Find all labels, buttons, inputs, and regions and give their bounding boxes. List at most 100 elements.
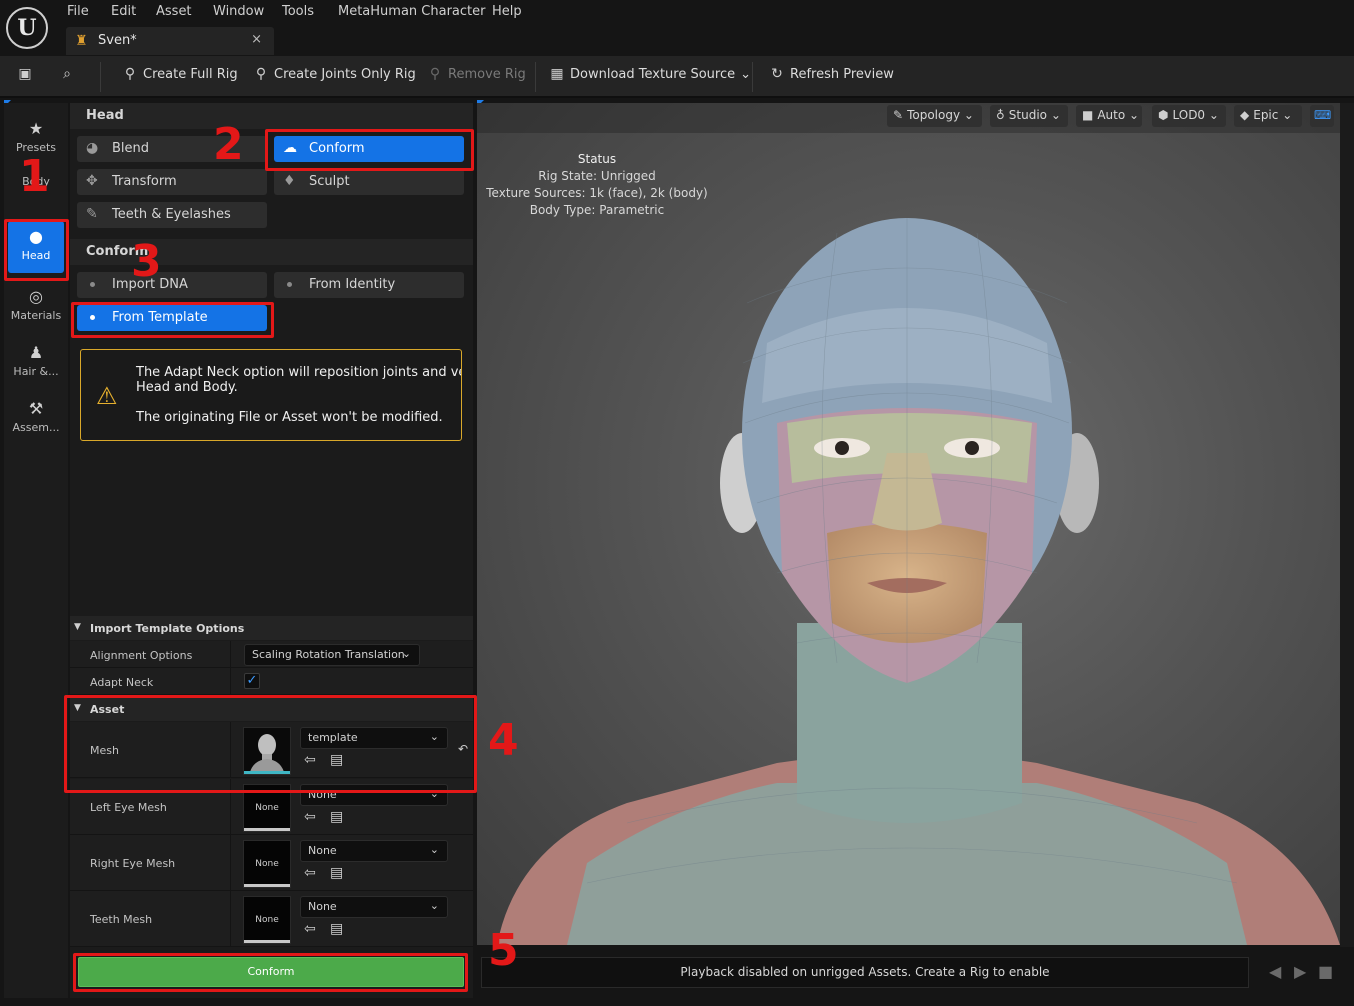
adapt-neck-checkbox[interactable]: ✓ <box>244 673 260 689</box>
tool-teeth-eyelashes[interactable]: ✎ Teeth & Eyelashes <box>77 202 267 228</box>
chevron-down-icon: ⌄ <box>1208 108 1219 122</box>
body-type-text: Body Type: Parametric <box>529 203 665 217</box>
menu-asset[interactable]: Asset <box>156 4 192 19</box>
document-tab[interactable]: ♜ Sven* × <box>66 27 274 55</box>
menu-file[interactable]: File <box>67 4 89 19</box>
right-eye-mesh-value: None <box>308 844 337 857</box>
category-assembly-label: Assem... <box>12 421 60 434</box>
unreal-logo-icon[interactable]: U <box>6 7 48 49</box>
rig-state-text: Rig State: Unrigged <box>538 169 656 183</box>
blend-icon: ◕ <box>86 140 99 156</box>
tool-transform-label: Transform <box>112 174 177 189</box>
browse-asset-button[interactable]: ⌕ <box>58 66 80 88</box>
play-icon[interactable]: ▶ <box>1294 962 1306 981</box>
save-button[interactable]: ▣ <box>16 66 38 88</box>
warning-line-1: The Adapt Neck option will reposition jo… <box>136 365 461 380</box>
tool-teeth-eyelashes-label: Teeth & Eyelashes <box>112 207 231 222</box>
annotation-box-from-template <box>71 302 274 338</box>
left-eye-thumbnail-label: None <box>255 803 279 813</box>
menu-window[interactable]: Window <box>213 4 264 19</box>
collapse-triangle-icon: ▼ <box>74 622 81 632</box>
use-selected-asset-icon[interactable]: ⇦ <box>304 865 316 881</box>
character-preview-render <box>497 218 1340 945</box>
camera-auto-button[interactable]: ■ Auto ⌄ <box>1076 105 1142 127</box>
annotation-number-3: 3 <box>131 236 162 287</box>
use-selected-asset-icon[interactable]: ⇦ <box>304 921 316 937</box>
metahuman-asset-icon: ♜ <box>75 33 88 49</box>
teeth-mesh-thumbnail[interactable]: None <box>243 896 291 944</box>
hair-icon: ♟ <box>28 343 44 362</box>
remove-rig-label: Remove Rig <box>448 67 526 82</box>
title-bar: U File Edit Asset Window Tools MetaHuman… <box>0 0 1354 56</box>
right-eye-mesh-picker[interactable]: None ⌄ <box>300 840 448 862</box>
topology-label: Topology <box>907 108 961 122</box>
tool-sculpt[interactable]: ♦ Sculpt <box>274 169 464 195</box>
import-template-options-header[interactable]: ▼ Import Template Options <box>70 616 473 640</box>
category-materials[interactable]: ◎ Materials <box>8 281 64 333</box>
create-joints-only-rig-button[interactable]: ⚲ Create Joints Only Rig <box>252 66 416 88</box>
toolbar-divider <box>100 62 101 92</box>
playback-disabled-message: Playback disabled on unrigged Assets. Cr… <box>481 957 1249 988</box>
hammer-icon: ⚒ <box>28 399 44 418</box>
tool-blend-label: Blend <box>112 141 150 156</box>
category-assembly[interactable]: ⚒ Assem... <box>8 393 64 445</box>
use-selected-asset-icon[interactable]: ⇦ <box>304 809 316 825</box>
menu-edit[interactable]: Edit <box>111 4 136 19</box>
lod-label: LOD0 <box>1172 108 1206 122</box>
tool-transform[interactable]: ✥ Transform <box>77 169 267 195</box>
remove-rig-icon: ⚲ <box>429 66 441 82</box>
column-divider <box>230 668 231 694</box>
brush-icon: ✎ <box>893 108 904 122</box>
checker-texture-icon: ▦ <box>550 66 564 82</box>
annotation-number-1: 1 <box>19 151 50 202</box>
left-eye-mesh-label: Left Eye Mesh <box>90 801 167 814</box>
studio-lighting-button[interactable]: ♁ Studio ⌄ <box>990 105 1068 127</box>
viewport-toolbar: ✎ Topology ⌄ ♁ Studio ⌄ ■ Auto ⌄ ⬢ LOD0 ⌄ ◆ E… <box>477 103 1340 133</box>
annotation-box-mesh <box>64 695 477 793</box>
toolbar-divider <box>535 62 536 92</box>
keyboard-icon[interactable]: ⌨ <box>1310 105 1334 127</box>
teeth-mesh-label: Teeth Mesh <box>90 913 153 926</box>
alignment-options-dropdown[interactable]: Scaling Rotation Translation ⌄ <box>244 644 420 666</box>
status-title: Status <box>577 152 617 166</box>
refresh-preview-button[interactable]: ↻ Refresh Preview <box>768 66 894 88</box>
right-eye-mesh-thumbnail[interactable]: None <box>243 840 291 888</box>
category-hair[interactable]: ♟ Hair &... <box>8 337 64 389</box>
mode-from-identity[interactable]: From Identity <box>274 272 464 298</box>
adapt-neck-warning: ⚠ The Adapt Neck option will reposition … <box>80 349 462 441</box>
quality-epic-button[interactable]: ◆ Epic ⌄ <box>1234 105 1302 127</box>
column-divider <box>230 835 231 890</box>
remove-rig-button[interactable]: ⚲ Remove Rig <box>426 66 526 88</box>
lod-button[interactable]: ⬢ LOD0 ⌄ <box>1152 105 1226 127</box>
rig-icon: ⚲ <box>124 66 136 82</box>
column-divider <box>230 891 231 946</box>
mode-import-dna[interactable]: Import DNA <box>77 272 267 298</box>
browse-to-asset-icon[interactable]: ▤ <box>330 865 343 881</box>
menu-help[interactable]: Help <box>492 4 522 19</box>
browse-to-asset-icon[interactable]: ▤ <box>330 921 343 937</box>
menu-tools[interactable]: Tools <box>282 4 314 19</box>
chevron-down-icon: ⌄ <box>401 647 411 660</box>
gem-icon: ◆ <box>1240 108 1250 122</box>
browse-to-asset-icon[interactable]: ▤ <box>330 809 343 825</box>
category-hair-label: Hair &... <box>13 365 59 378</box>
download-texture-source-button[interactable]: ▦ Download Texture Source ⌄ <box>548 66 751 88</box>
auto-label: Auto <box>1097 108 1126 122</box>
import-template-options-title: Import Template Options <box>90 622 245 635</box>
create-full-rig-button[interactable]: ⚲ Create Full Rig <box>121 66 238 88</box>
previous-frame-icon[interactable]: ◀ <box>1269 962 1281 981</box>
teeth-mesh-picker[interactable]: None ⌄ <box>300 896 448 918</box>
studio-label: Studio <box>1008 108 1048 122</box>
annotation-number-4: 4 <box>488 715 519 766</box>
transform-icon: ✥ <box>86 173 98 189</box>
chevron-down-icon: ⌄ <box>1050 108 1061 122</box>
topology-button[interactable]: ✎ Topology ⌄ <box>887 105 982 127</box>
stop-icon[interactable]: ■ <box>1318 962 1333 981</box>
close-tab-icon[interactable]: × <box>251 32 262 47</box>
right-eye-mesh-row: Right Eye Mesh None None ⌄ ⇦ ▤ <box>70 835 473 891</box>
refresh-icon: ↻ <box>771 66 783 82</box>
chevron-down-icon: ⌄ <box>1129 108 1140 122</box>
viewport[interactable]: ✎ Topology ⌄ ♁ Studio ⌄ ■ Auto ⌄ ⬢ LOD0 ⌄ ◆ E… <box>477 103 1340 945</box>
menu-metahuman-character[interactable]: MetaHuman Character <box>338 4 485 19</box>
alignment-options-value: Scaling Rotation Translation <box>252 648 405 661</box>
